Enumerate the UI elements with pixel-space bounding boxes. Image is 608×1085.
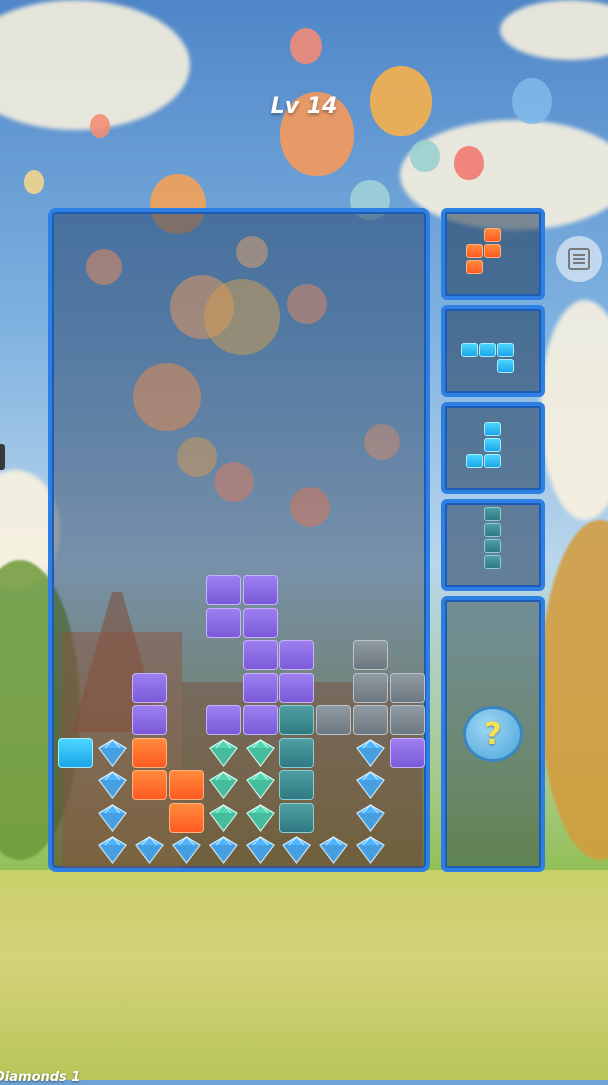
diamonds-counter: Diamonds 1 — [0, 1070, 81, 1085]
next-piece-1 — [441, 208, 545, 300]
blue-diamond — [353, 803, 388, 833]
block-gray — [353, 672, 389, 703]
block-purple — [279, 640, 315, 670]
next-piece-4 — [441, 499, 545, 591]
block-purple — [242, 705, 278, 735]
block-orange — [168, 770, 204, 800]
book-icon — [568, 248, 590, 270]
block-purple — [390, 737, 426, 768]
help-button[interactable]: ? — [463, 706, 523, 762]
block-cyan — [58, 737, 93, 768]
green-diamond — [243, 770, 278, 800]
block-gray — [353, 705, 389, 735]
block-teal — [279, 705, 315, 735]
block-purple — [242, 640, 278, 670]
green-diamond — [243, 803, 278, 833]
green-diamond — [206, 770, 241, 800]
green-diamond — [243, 738, 278, 768]
blue-diamond — [243, 835, 278, 865]
block-orange — [168, 802, 204, 833]
side-tab[interactable] — [0, 444, 5, 470]
block-teal — [279, 737, 315, 768]
blue-diamond — [95, 770, 130, 800]
block-purple — [205, 705, 241, 735]
block-purple — [242, 575, 278, 605]
question-mark-icon: ? — [484, 716, 502, 752]
block-gray — [316, 705, 352, 735]
green-diamond — [206, 738, 241, 768]
block-teal — [279, 770, 315, 800]
block-purple — [279, 672, 315, 703]
blue-diamond — [353, 738, 388, 768]
block-orange — [131, 770, 167, 800]
block-gray — [390, 705, 426, 735]
blue-diamond — [206, 835, 241, 865]
blue-diamond — [95, 835, 130, 865]
block-purple — [131, 672, 167, 703]
blue-diamond — [279, 835, 314, 865]
blue-diamond — [95, 803, 130, 833]
block-purple — [242, 672, 278, 703]
blue-diamond — [353, 770, 388, 800]
block-purple — [205, 607, 241, 638]
block-gray — [353, 640, 389, 670]
blue-diamond — [316, 835, 351, 865]
block-purple — [242, 607, 278, 638]
blue-diamond — [95, 738, 130, 768]
green-diamond — [206, 803, 241, 833]
block-teal — [279, 802, 315, 833]
blue-diamond — [353, 835, 388, 865]
next-piece-2 — [441, 305, 545, 397]
level-label: Lv 14 — [270, 94, 338, 119]
game-board[interactable] — [48, 208, 430, 872]
block-orange — [131, 737, 167, 768]
next-piece-3 — [441, 402, 545, 494]
blue-diamond — [169, 835, 204, 865]
block-gray — [390, 672, 426, 703]
blue-diamond — [132, 835, 167, 865]
book-button[interactable] — [556, 236, 602, 282]
block-purple — [131, 705, 167, 735]
block-purple — [205, 575, 241, 605]
